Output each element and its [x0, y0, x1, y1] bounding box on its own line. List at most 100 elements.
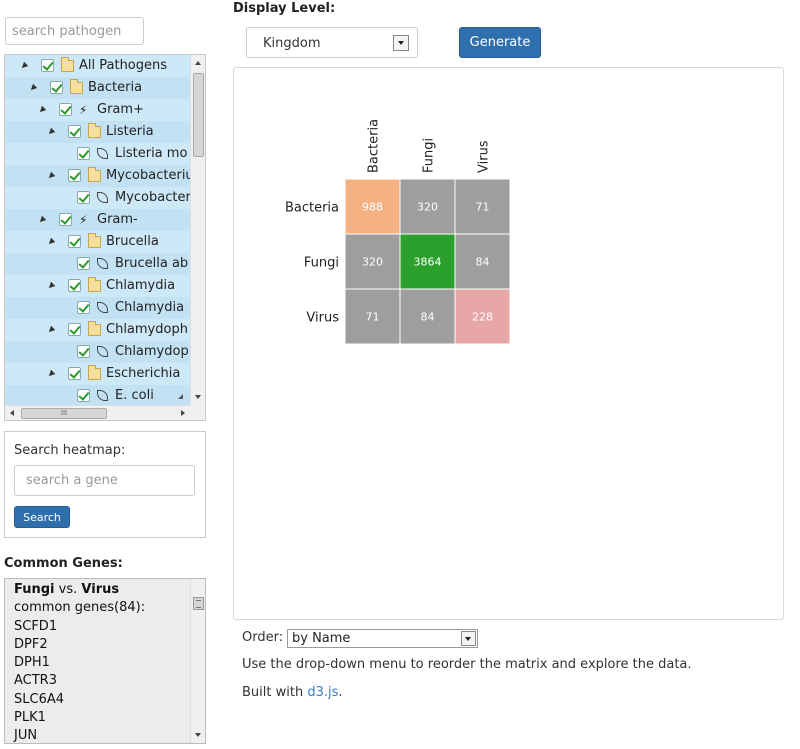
checkbox-checked[interactable] [50, 81, 63, 94]
scrollbar-corner [190, 405, 205, 420]
tree-vertical-scrollbar[interactable] [190, 55, 205, 405]
built-with-line: Built with d3.js. [242, 685, 343, 700]
scroll-right-arrow-icon[interactable] [181, 410, 185, 416]
help-text: Use the drop-down menu to reorder the ma… [242, 657, 692, 672]
checkbox-checked[interactable] [68, 367, 81, 380]
tree-item[interactable]: Chlamydia [5, 275, 190, 297]
built-with-prefix: Built with [242, 685, 308, 700]
chevron-down-icon[interactable] [461, 631, 476, 646]
checkbox-checked[interactable] [77, 389, 90, 402]
heatmap-search-button[interactable]: Search [14, 506, 70, 528]
tree-item-label: Escherichia [106, 366, 181, 381]
pathogen-search-input[interactable] [5, 17, 144, 45]
gene-item: ACTR3 [14, 673, 57, 689]
gene-item: DPH1 [14, 655, 50, 671]
checkbox-checked[interactable] [59, 213, 72, 226]
heatmap-cell-value: 320 [362, 256, 383, 269]
tree-item-label: Gram- [97, 212, 138, 227]
expand-triangle-icon[interactable] [19, 61, 29, 71]
checkbox-checked[interactable] [68, 235, 81, 248]
folder-icon [88, 167, 101, 182]
checkbox-checked[interactable] [77, 345, 90, 358]
tree-item[interactable]: Mycobacteriu [5, 165, 190, 187]
heatmap-cell-value: 320 [417, 201, 438, 214]
gene-item: PLK1 [14, 710, 46, 726]
common-genes-list-box[interactable]: Fungi vs. Virus common genes(84): SCFD1 D… [4, 578, 206, 744]
pathogen-tree[interactable]: All Pathogens Bacteria ⚡ Gram+ Listeria Liste… [4, 54, 206, 421]
heatmap-cell-value: 71 [366, 311, 380, 324]
checkbox-checked[interactable] [77, 257, 90, 270]
expand-triangle-icon[interactable] [28, 83, 38, 93]
heatmap-search-label: Search heatmap: [14, 443, 126, 458]
common-genes-title: Common Genes: [4, 556, 123, 571]
checkbox-checked[interactable] [68, 323, 81, 336]
folder-icon [88, 277, 101, 292]
checkbox-checked[interactable] [77, 147, 90, 160]
gene-search-input[interactable] [14, 465, 195, 496]
checkbox-checked[interactable] [68, 169, 81, 182]
tree-item[interactable]: Chlamydoph [5, 319, 190, 341]
tree-item[interactable]: Bacteria [5, 77, 190, 99]
checkbox-checked[interactable] [68, 279, 81, 292]
generate-button[interactable]: Generate [459, 27, 541, 58]
expand-triangle-icon[interactable] [46, 281, 56, 291]
row-label: Virus [306, 311, 339, 326]
gene-item: JUN [14, 728, 38, 744]
genes-scroll-thumb[interactable] [193, 597, 204, 610]
chevron-down-icon[interactable] [393, 35, 409, 51]
common-genes-count: common genes(84): [14, 600, 146, 616]
expand-triangle-icon[interactable] [46, 325, 56, 335]
folder-icon [88, 123, 101, 138]
comparison-vs: vs. [58, 582, 78, 597]
checkbox-checked[interactable] [77, 191, 90, 204]
tree-item[interactable]: Chlamydia [5, 297, 190, 319]
tree-item[interactable]: ⚡ Gram- [5, 209, 190, 231]
checkbox-checked[interactable] [41, 59, 54, 72]
genes-vertical-scrollbar[interactable] [190, 579, 205, 743]
scroll-down-arrow-icon[interactable] [195, 395, 201, 399]
leaf-icon [97, 148, 108, 159]
expand-triangle-icon[interactable] [46, 127, 56, 137]
tree-item-label: Chlamydoph [106, 322, 188, 337]
heatmap-search-panel: Search heatmap: Search [4, 431, 206, 538]
tree-item[interactable]: Mycobacter [5, 187, 190, 209]
tree-horizontal-scrollbar[interactable]: III [5, 405, 190, 420]
tree-item[interactable]: All Pathogens [5, 55, 190, 77]
expand-triangle-icon[interactable] [37, 215, 47, 225]
resize-grip-icon [178, 394, 183, 399]
tree-item[interactable]: Brucella ab [5, 253, 190, 275]
tree-item[interactable]: Listeria mo [5, 143, 190, 165]
expand-triangle-icon[interactable] [46, 171, 56, 181]
checkbox-checked[interactable] [77, 301, 90, 314]
column-label: Virus [477, 140, 492, 173]
tree-item[interactable]: Listeria [5, 121, 190, 143]
expand-triangle-icon[interactable] [46, 237, 56, 247]
tree-item[interactable]: E. coli [5, 385, 190, 405]
heatmap-matrix: Bacteria Fungi Virus Bacteria 988 320 71 Fungi 3… [285, 119, 511, 345]
scroll-left-arrow-icon[interactable] [10, 410, 14, 416]
folder-icon [70, 79, 83, 94]
leaf-icon [97, 390, 108, 401]
tree-item[interactable]: ⚡ Gram+ [5, 99, 190, 121]
order-select[interactable]: by Name [287, 629, 478, 648]
tree-item-label: Mycobacteriu [106, 168, 190, 183]
comparison-group-b: Virus [81, 582, 120, 597]
checkbox-checked[interactable] [59, 103, 72, 116]
bolt-icon: ⚡ [79, 213, 88, 227]
tree-item[interactable]: Brucella [5, 231, 190, 253]
gene-item: SLC6A4 [14, 691, 65, 707]
expand-triangle-icon[interactable] [37, 105, 47, 115]
checkbox-checked[interactable] [68, 125, 81, 138]
heatmap-cell-value: 988 [362, 201, 383, 214]
expand-triangle-icon[interactable] [46, 369, 56, 379]
scroll-up-arrow-icon[interactable] [195, 61, 201, 65]
tree-item[interactable]: Chlamydop [5, 341, 190, 363]
tree-vertical-scroll-thumb[interactable] [193, 73, 204, 157]
scroll-down-arrow-icon[interactable] [195, 733, 201, 737]
tree-horizontal-scroll-thumb[interactable]: III [21, 408, 107, 419]
tree-item[interactable]: Escherichia [5, 363, 190, 385]
column-label: Bacteria [367, 119, 382, 173]
display-level-select[interactable]: Kingdom [246, 27, 418, 58]
leaf-icon [97, 192, 108, 203]
d3-link[interactable]: d3.js [307, 685, 338, 700]
